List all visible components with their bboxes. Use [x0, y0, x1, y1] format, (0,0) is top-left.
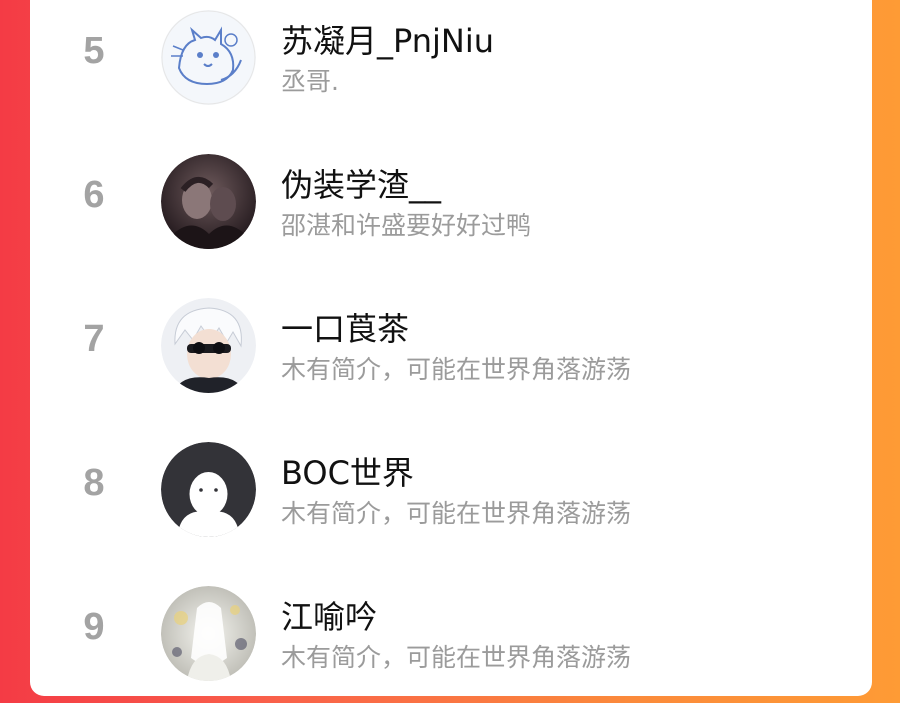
cartoon-cats-avatar[interactable]: [161, 10, 256, 105]
user-name[interactable]: 一口莨茶: [281, 304, 409, 350]
rank-number: 9: [83, 606, 105, 648]
user-bio: 丞哥.: [281, 67, 339, 96]
user-bio: 木有简介，可能在世界角落游荡: [281, 643, 632, 672]
leaderboard-row[interactable]: 5 苏凝月_PnjNiu 丞哥.: [30, 0, 872, 120]
leaderboard-row[interactable]: 8 BOC世界 木有简介，可能在世界角落游荡: [30, 422, 872, 552]
default-user-avatar[interactable]: [161, 442, 256, 537]
leaderboard-row[interactable]: 6 伪装学渣__ 邵湛和许盛要好好过鸭: [30, 134, 872, 264]
white-hair-anime-avatar[interactable]: [161, 298, 256, 393]
user-bio: 木有简介，可能在世界角落游荡: [281, 499, 632, 528]
user-name[interactable]: 江喻吟: [281, 592, 377, 638]
user-bio: 邵湛和许盛要好好过鸭: [281, 211, 532, 240]
leaderboard-card: 5 苏凝月_PnjNiu 丞哥. 6 伪装学渣__ 邵湛和许盛要好好过鸭 7 一…: [30, 0, 872, 696]
leaderboard-row[interactable]: 9 江喻吟 木有简介，可能在世界角落游荡: [30, 566, 872, 696]
rank-number: 7: [83, 318, 105, 360]
anime-figure-avatar[interactable]: [161, 586, 256, 681]
rank-number: 6: [83, 174, 105, 216]
user-bio: 木有简介，可能在世界角落游荡: [281, 355, 632, 384]
dark-anime-avatar[interactable]: [161, 154, 256, 249]
user-name[interactable]: BOC世界: [281, 448, 414, 494]
user-name[interactable]: 伪装学渣__: [281, 160, 441, 206]
leaderboard-row[interactable]: 7 一口莨茶 木有简介，可能在世界角落游荡: [30, 278, 872, 408]
user-name[interactable]: 苏凝月_PnjNiu: [281, 16, 494, 62]
rank-number: 5: [83, 30, 105, 72]
rank-number: 8: [83, 462, 105, 504]
